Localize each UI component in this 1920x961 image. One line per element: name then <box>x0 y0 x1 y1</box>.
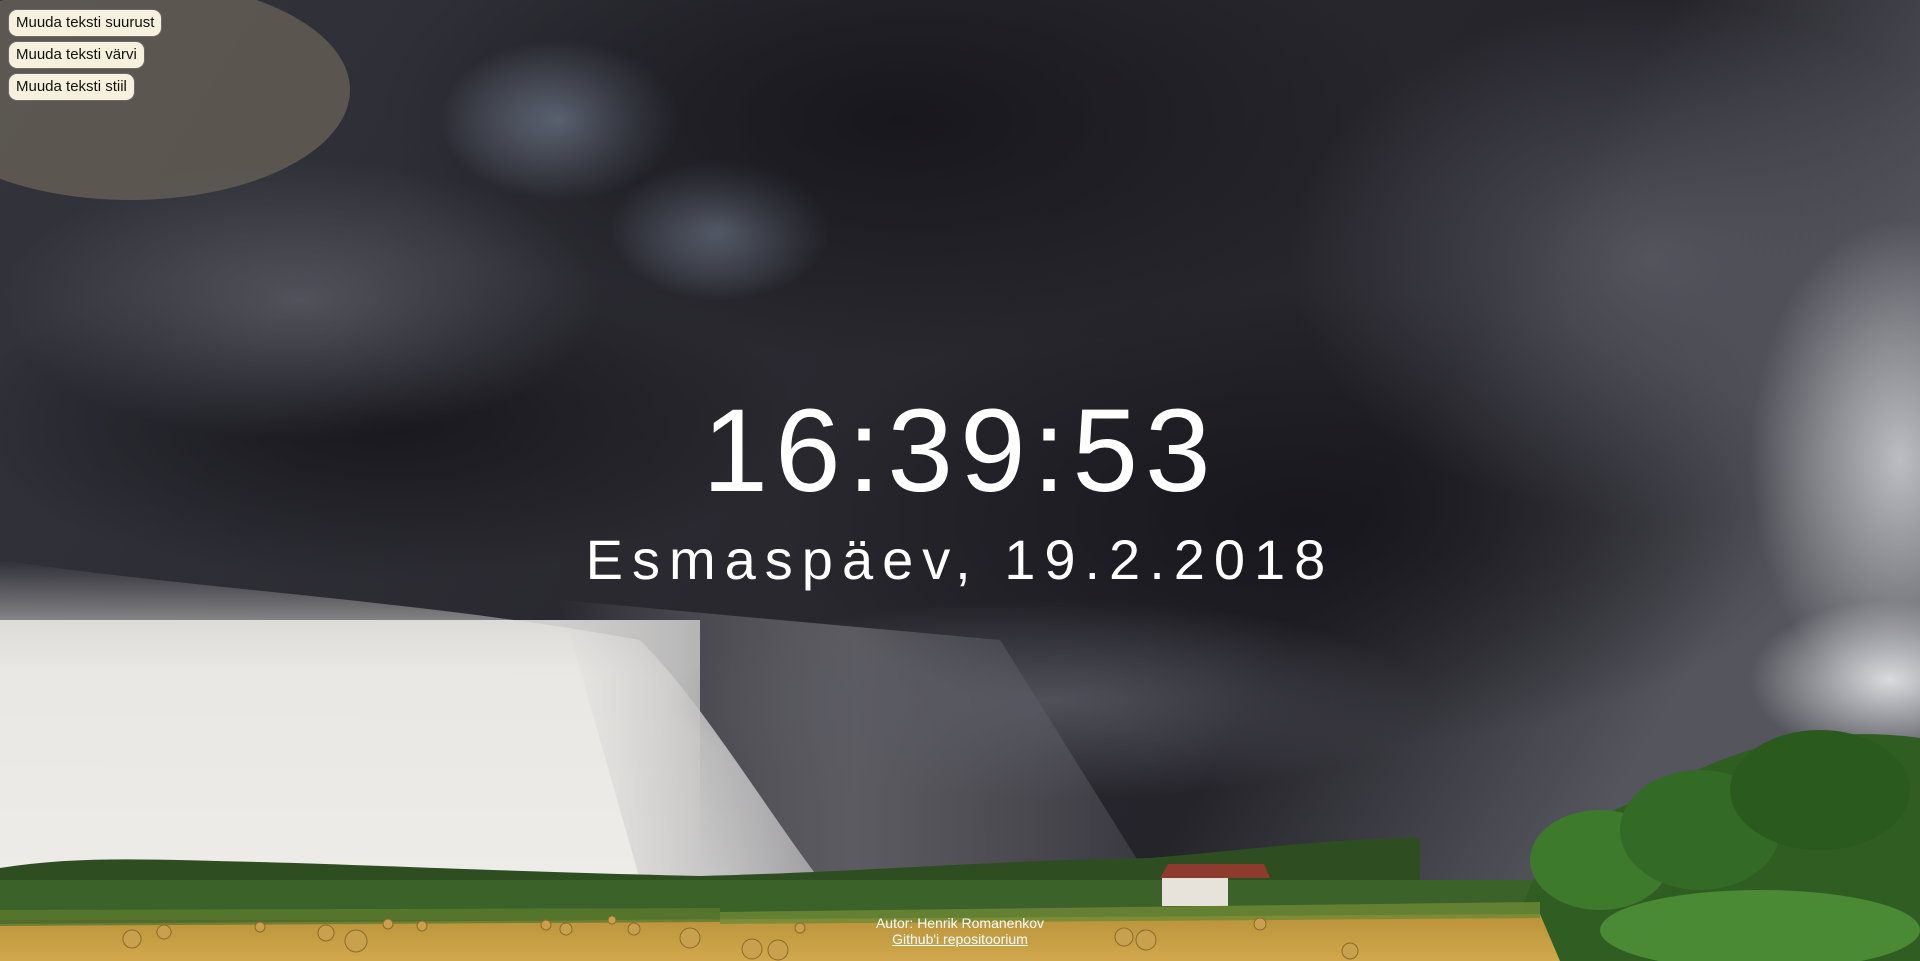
change-text-style-button[interactable]: Muuda teksti stiil <box>8 73 135 101</box>
clock-date: Esmaspäev, 19.2.2018 <box>585 528 1335 591</box>
github-repo-link[interactable]: Github'i repositoorium <box>892 931 1028 947</box>
change-text-size-button[interactable]: Muuda teksti suurust <box>8 9 163 37</box>
clock-display: 16:39:53 Esmaspäev, 19.2.2018 <box>0 385 1920 593</box>
footer: Autor: Henrik Romanenkov Github'i reposi… <box>0 915 1920 947</box>
change-text-color-button[interactable]: Muuda teksti värvi <box>8 41 145 69</box>
clock-time: 16:39:53 <box>702 385 1218 517</box>
author-credit: Autor: Henrik Romanenkov <box>875 915 1045 931</box>
text-controls: Muuda teksti suurust Muuda teksti värvi … <box>8 9 163 101</box>
